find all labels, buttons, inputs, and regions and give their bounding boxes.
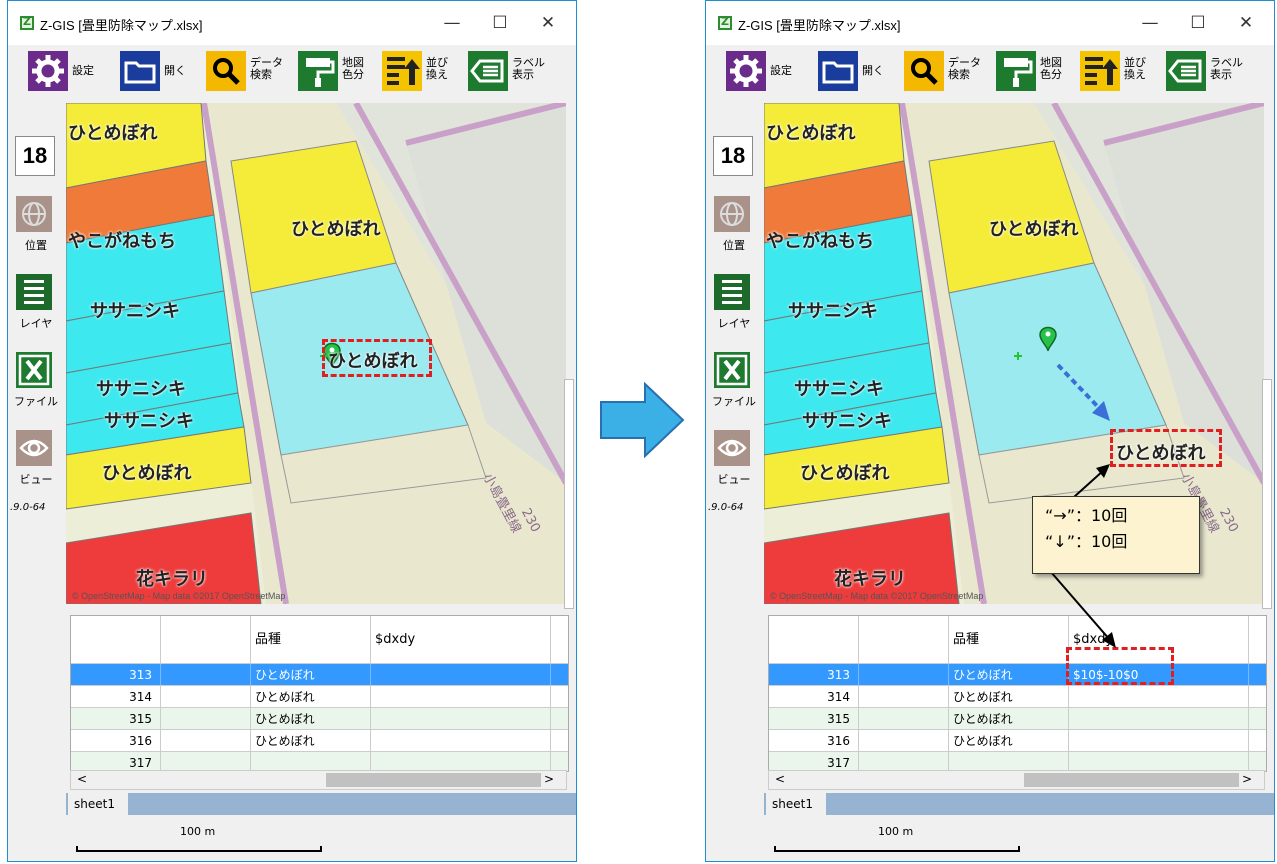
callout-arrows xyxy=(1043,464,1116,648)
annotation-note: “→”：10回 “↓”：10回 xyxy=(1032,496,1200,574)
annotation-line-right: “→”：10回 xyxy=(1045,506,1128,525)
annotation-line-down: “↓”：10回 xyxy=(1045,532,1128,551)
